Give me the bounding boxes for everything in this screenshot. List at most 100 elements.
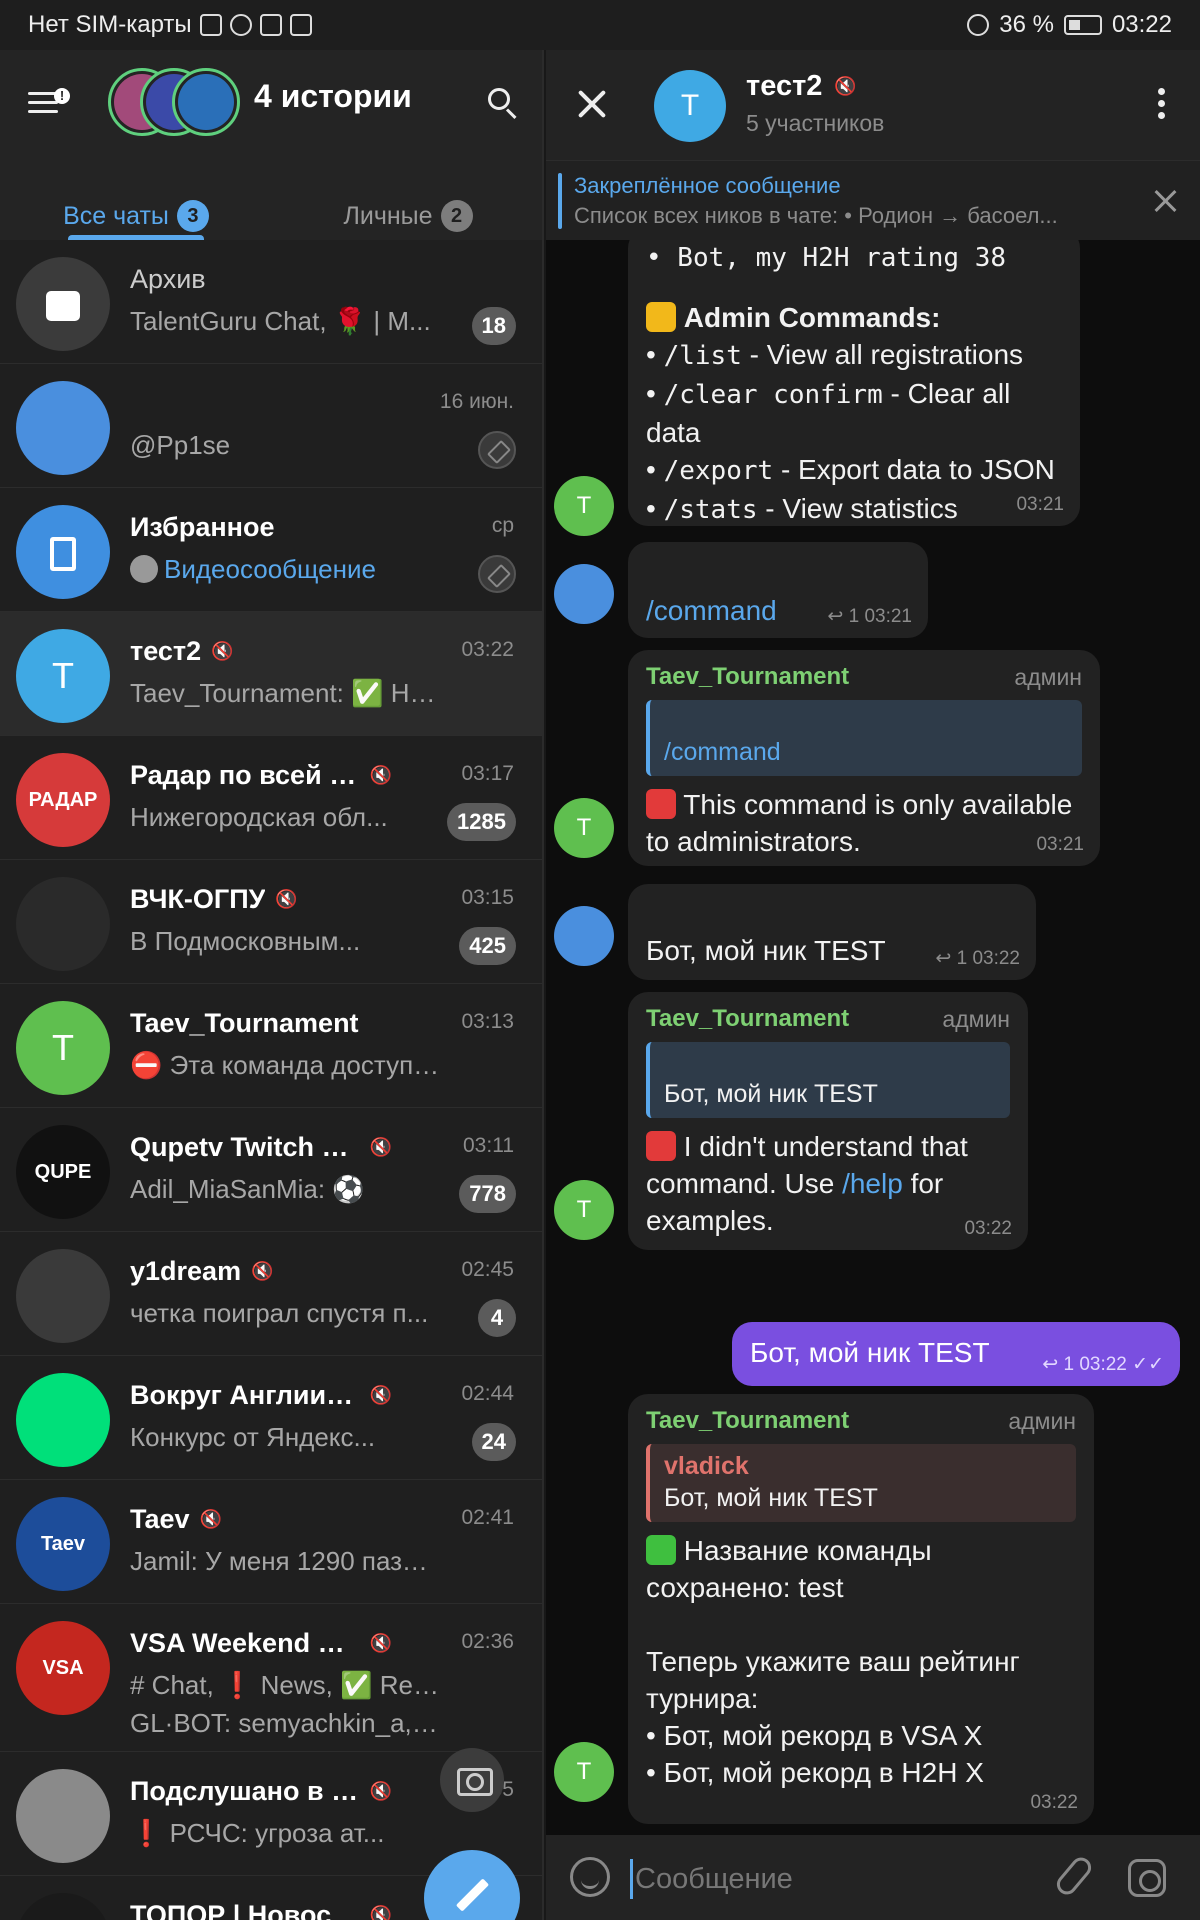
chat-time: 03:11 (463, 1134, 514, 1157)
pinned-message-bar[interactable]: Закреплённое сообщение Список всех ников… (546, 160, 1200, 240)
chat-title-text: Архив (130, 264, 206, 294)
quote-author: vladick (664, 1452, 749, 1480)
message-heading: Admin Commands: (683, 302, 941, 333)
chat-title-text: VSA Weekend Cup (130, 1628, 360, 1658)
chat-time: 03:13 (461, 1010, 514, 1033)
chat-avatar (16, 1373, 110, 1467)
chat-list-item[interactable]: VSA VSA Weekend Cup 🔇 02:36 # Chat, ❗ News, … (0, 1604, 542, 1752)
chat-title: Taev 🔇 (130, 1504, 392, 1535)
chat-time: ср (491, 514, 514, 537)
pinned-bar (558, 173, 562, 229)
close-pinned-icon[interactable] (1154, 189, 1178, 213)
message-text: • Бот, мой рекорд в VSA X (646, 1720, 983, 1751)
chat-preview: # Chat, ❗ News, ✅ Results (130, 1670, 442, 1700)
close-icon[interactable] (576, 88, 608, 120)
muted-icon: 🔇 (251, 1261, 274, 1281)
chat-preview: ⛔ Эта команда доступна т... (130, 1050, 442, 1080)
chat-avatar (16, 877, 110, 971)
muted-icon: 🔇 (369, 1385, 392, 1405)
message-bubble[interactable]: /command ↩ 1 03:21 (628, 542, 928, 638)
chat-list-item[interactable]: Вокруг Англии - А... 🔇 02:44 Конкурс от Янд… (0, 1356, 542, 1480)
sender-avatar[interactable]: T (554, 798, 614, 858)
message-input[interactable] (630, 1859, 1030, 1899)
chat-list-item[interactable]: 16 июн. @Pp1se (0, 364, 542, 488)
chat-preview: @Pp1se (130, 430, 231, 460)
sender-avatar[interactable]: T (554, 1180, 614, 1240)
reply-quote[interactable]: Бот, мой ник TEST (646, 1042, 1010, 1118)
chat-list-item[interactable]: QUPE Qupetv Twitch Chat 🔇 03:11 Adil_MiaSanM… (0, 1108, 542, 1232)
message-meta: ↩ 1 03:22 ✓✓ (1042, 1354, 1164, 1375)
chat-list-item[interactable]: Taev Taev 🔇 02:41 Jamil: У меня 1290 пазлов (0, 1480, 542, 1604)
message-time: 03:22 (1030, 1792, 1078, 1813)
chat-avatar[interactable]: T (654, 70, 726, 142)
alarm-icon (289, 14, 312, 36)
sender-avatar[interactable] (554, 906, 614, 966)
chat-title: Архив (130, 264, 392, 295)
sender-avatar[interactable] (554, 564, 614, 624)
search-icon[interactable] (486, 86, 520, 120)
attach-icon[interactable] (1052, 1853, 1096, 1899)
chat-title-text: ТОПОР | Новости... (130, 1900, 360, 1920)
camera-icon[interactable] (1128, 1859, 1166, 1897)
chat-avatar (16, 1893, 110, 1920)
message-bubble[interactable]: Бот, мой ник TEST ↩ 1 03:22 (628, 884, 1036, 980)
sim-alert-icon (199, 14, 222, 36)
command-desc: - View all registrations (741, 339, 1024, 370)
muted-icon: 🔇 (369, 1137, 392, 1157)
sender-avatar[interactable]: T (554, 476, 614, 536)
chat-title-text: ВЧК-ОГПУ (130, 884, 266, 914)
chat-title-text: y1dream (130, 1256, 242, 1286)
message-bubble[interactable]: Taev_Tournament админ Бот, мой ник TEST … (628, 992, 1028, 1250)
own-message-bubble[interactable]: Бот, мой ник TEST ↩ 1 03:22 ✓✓ (732, 1322, 1180, 1386)
tab-count: 2 (440, 200, 473, 232)
chat-title-text: Qupetv Twitch Chat (130, 1132, 360, 1162)
chat-pane: T тест2 🔇 5 участников Закреплённое сообщ… (546, 50, 1200, 1920)
chat-list-item[interactable]: T Taev_Tournament 03:13 ⛔ Эта команда досту… (0, 984, 542, 1108)
check-mark-icon (646, 1535, 676, 1565)
camera-button[interactable] (440, 1748, 504, 1812)
bookmark-icon (50, 537, 76, 572)
stories-title[interactable]: 4 истории (254, 78, 412, 115)
chat-avatar (16, 381, 110, 475)
chat-list-item[interactable]: y1dream 🔇 02:45 четка поиграл спустя п... 4 (0, 1232, 542, 1356)
chat-list-item[interactable]: Архив TalentGuru Chat, 🌹 | M... 18 (0, 240, 542, 364)
command-desc: - View statistics (757, 493, 958, 524)
stories-avatars[interactable] (108, 68, 240, 138)
tab-count: 3 (176, 200, 209, 232)
command-text: /stats (663, 495, 758, 525)
chat-time: 02:36 (461, 1630, 514, 1653)
chat-preview: ❗ РСЧС: угроза ат... (130, 1818, 385, 1848)
chat-title-text: тест2 (130, 636, 202, 666)
help-link[interactable]: /help (842, 1168, 903, 1199)
chat-title[interactable]: тест2 🔇 (746, 70, 857, 103)
chat-list-item[interactable]: Tтест2 🔇 03:22 Taev_Tournament: ✅ Назва... (0, 612, 542, 736)
story-avatar[interactable] (172, 68, 240, 136)
muted-icon: 🔇 (199, 1509, 222, 1529)
chat-list-item[interactable]: ВЧК-ОГПУ 🔇 03:15 В Подмосковным... 425 (0, 860, 542, 984)
chat-time: 03:22 (461, 638, 514, 661)
chat-avatar: VSA (16, 1621, 110, 1715)
more-options-icon[interactable] (1158, 88, 1166, 124)
clock: 03:22 (1111, 11, 1172, 38)
sender-avatar[interactable]: T (554, 1742, 614, 1802)
chat-preview: TalentGuru Chat, 🌹 | M... (130, 306, 431, 336)
menu-icon[interactable]: ! (28, 86, 70, 126)
chat-list-item[interactable]: Избранное ср Видеосообщение (0, 488, 542, 612)
tab-personal[interactable]: Личные 2 (272, 180, 542, 240)
reply-quote[interactable]: /command (646, 700, 1082, 776)
chat-preview: Нижегородская обл... (130, 802, 388, 832)
reply-quote[interactable]: vladick Бот, мой ник TEST (646, 1444, 1076, 1522)
wifi-icon (229, 14, 252, 36)
message-bubble[interactable]: Taev_Tournament админ vladick Бот, мой н… (628, 1394, 1094, 1824)
message-bubble[interactable]: • Bot, my H2H rating 38 Admin Commands: … (628, 240, 1080, 526)
chat-title-text: Taev_Tournament (130, 1008, 359, 1038)
chat-list-item[interactable]: РАДАР Радар по всей Ро... 🔇 03:17 Нижегородс… (0, 736, 542, 860)
question-icon (646, 1131, 676, 1161)
message-bubble[interactable]: Taev_Tournament админ /command This comm… (628, 650, 1100, 866)
no-entry-icon (646, 789, 676, 819)
chat-avatar: РАДАР (16, 753, 110, 847)
chat-avatar (16, 1769, 110, 1863)
tab-label: Личные (343, 202, 433, 230)
emoji-icon[interactable] (570, 1857, 610, 1897)
tab-all-chats[interactable]: Все чаты 3 (0, 180, 272, 240)
